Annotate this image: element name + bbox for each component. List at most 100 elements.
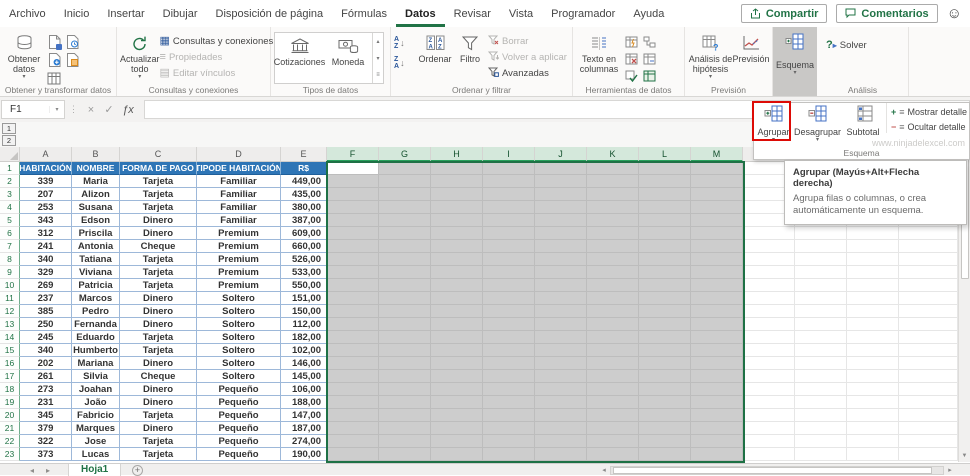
- cell-D19[interactable]: Pequeño: [197, 396, 281, 409]
- cotizaciones-button[interactable]: Cotizaciones: [274, 33, 325, 83]
- cell-G22[interactable]: [379, 435, 431, 448]
- cell-Q14[interactable]: [899, 331, 958, 344]
- cell-F23[interactable]: [327, 448, 379, 461]
- cell-O13[interactable]: [795, 318, 847, 331]
- cell-L3[interactable]: [639, 188, 691, 201]
- obtener-datos-button[interactable]: Obtener datos ▾: [3, 30, 45, 88]
- sort-za-button[interactable]: Z A ↓: [394, 56, 416, 70]
- cell-L7[interactable]: [639, 240, 691, 253]
- cell-F3[interactable]: [327, 188, 379, 201]
- cell-Q10[interactable]: [899, 279, 958, 292]
- cell-K14[interactable]: [587, 331, 639, 344]
- cell-G14[interactable]: [379, 331, 431, 344]
- cell-A13[interactable]: 250: [20, 318, 72, 331]
- cell-I20[interactable]: [483, 409, 535, 422]
- cell-L17[interactable]: [639, 370, 691, 383]
- cell-I17[interactable]: [483, 370, 535, 383]
- cell-G7[interactable]: [379, 240, 431, 253]
- cell-G18[interactable]: [379, 383, 431, 396]
- select-all-corner[interactable]: [0, 147, 20, 162]
- cell-O10[interactable]: [795, 279, 847, 292]
- cell-C18[interactable]: Dinero: [120, 383, 197, 396]
- cell-K22[interactable]: [587, 435, 639, 448]
- cell-I21[interactable]: [483, 422, 535, 435]
- cell-P15[interactable]: [847, 344, 899, 357]
- remove-duplicates-icon[interactable]: [622, 50, 640, 67]
- cell-J1[interactable]: [535, 162, 587, 175]
- cell-J19[interactable]: [535, 396, 587, 409]
- cell-O6[interactable]: [795, 227, 847, 240]
- cell-Q17[interactable]: [899, 370, 958, 383]
- cell-G2[interactable]: [379, 175, 431, 188]
- name-box[interactable]: F1 ▾: [1, 100, 65, 119]
- cell-O7[interactable]: [795, 240, 847, 253]
- cell-A16[interactable]: 202: [20, 357, 72, 370]
- cell-M12[interactable]: [691, 305, 743, 318]
- cell-B10[interactable]: Patricia: [72, 279, 120, 292]
- cell-A17[interactable]: 261: [20, 370, 72, 383]
- row-header-4[interactable]: 4: [0, 201, 20, 214]
- cell-N23[interactable]: [743, 448, 795, 461]
- feedback-smiley-icon[interactable]: ☺: [947, 6, 962, 21]
- cell-J11[interactable]: [535, 292, 587, 305]
- cell-C6[interactable]: Dinero: [120, 227, 197, 240]
- cell-C20[interactable]: Tarjeta: [120, 409, 197, 422]
- cell-B7[interactable]: Antonia: [72, 240, 120, 253]
- cell-E10[interactable]: 550,00: [281, 279, 327, 292]
- cell-O20[interactable]: [795, 409, 847, 422]
- cell-C14[interactable]: Tarjeta: [120, 331, 197, 344]
- cell-I7[interactable]: [483, 240, 535, 253]
- desagrupar-button[interactable]: Desagrupar ▾: [793, 103, 842, 143]
- cell-P19[interactable]: [847, 396, 899, 409]
- cell-J5[interactable]: [535, 214, 587, 227]
- sort-az-button[interactable]: A Z ↓: [394, 36, 416, 50]
- cell-P21[interactable]: [847, 422, 899, 435]
- cell-Q23[interactable]: [899, 448, 958, 461]
- cell-B9[interactable]: Viviana: [72, 266, 120, 279]
- from-text-icon[interactable]: [45, 33, 63, 51]
- cell-C8[interactable]: Tarjeta: [120, 253, 197, 266]
- cell-I14[interactable]: [483, 331, 535, 344]
- cell-L11[interactable]: [639, 292, 691, 305]
- share-button[interactable]: Compartir: [740, 4, 828, 23]
- cell-J15[interactable]: [535, 344, 587, 357]
- cell-C13[interactable]: Dinero: [120, 318, 197, 331]
- cell-A3[interactable]: 207: [20, 188, 72, 201]
- solver-button[interactable]: ?▸ Solver: [826, 38, 867, 52]
- cell-C5[interactable]: Dinero: [120, 214, 197, 227]
- cell-A19[interactable]: 231: [20, 396, 72, 409]
- cell-N13[interactable]: [743, 318, 795, 331]
- cell-K15[interactable]: [587, 344, 639, 357]
- cell-M13[interactable]: [691, 318, 743, 331]
- cell-G15[interactable]: [379, 344, 431, 357]
- cell-B17[interactable]: Silvia: [72, 370, 120, 383]
- cell-D14[interactable]: Soltero: [197, 331, 281, 344]
- cell-J22[interactable]: [535, 435, 587, 448]
- cell-H12[interactable]: [431, 305, 483, 318]
- cell-D4[interactable]: Familiar: [197, 201, 281, 214]
- column-header-K[interactable]: K: [587, 147, 639, 162]
- cell-H17[interactable]: [431, 370, 483, 383]
- mostrar-detalle-button[interactable]: + ≡ Mostrar detalle: [891, 106, 967, 118]
- row-header-18[interactable]: 18: [0, 383, 20, 396]
- cell-K9[interactable]: [587, 266, 639, 279]
- row-header-7[interactable]: 7: [0, 240, 20, 253]
- cell-M19[interactable]: [691, 396, 743, 409]
- cell-B18[interactable]: Joahan: [72, 383, 120, 396]
- cell-E11[interactable]: 151,00: [281, 292, 327, 305]
- cell-J14[interactable]: [535, 331, 587, 344]
- texto-columnas-button[interactable]: Texto en columnas: [576, 30, 622, 88]
- cell-H21[interactable]: [431, 422, 483, 435]
- cell-G3[interactable]: [379, 188, 431, 201]
- data-validation-icon[interactable]: [622, 67, 640, 84]
- row-header-17[interactable]: 17: [0, 370, 20, 383]
- cell-B5[interactable]: Edson: [72, 214, 120, 227]
- cell-L5[interactable]: [639, 214, 691, 227]
- cell-F19[interactable]: [327, 396, 379, 409]
- cell-E3[interactable]: 435,00: [281, 188, 327, 201]
- cell-B22[interactable]: Jose: [72, 435, 120, 448]
- cell-B19[interactable]: João: [72, 396, 120, 409]
- tab-revisar[interactable]: Revisar: [445, 0, 500, 27]
- cell-F12[interactable]: [327, 305, 379, 318]
- cell-D22[interactable]: Pequeño: [197, 435, 281, 448]
